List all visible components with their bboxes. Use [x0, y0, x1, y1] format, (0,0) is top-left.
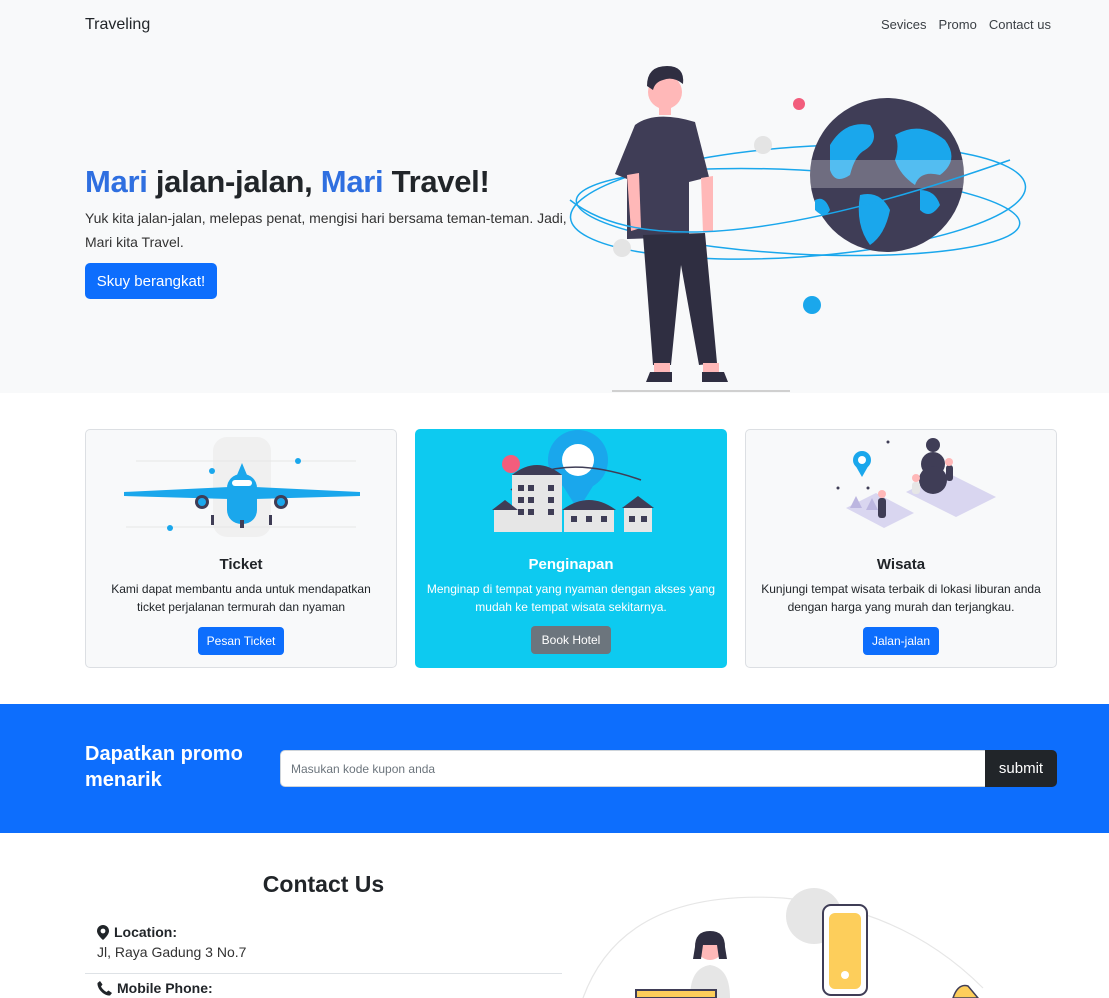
map-marker-icon: [97, 924, 109, 940]
contact-title: Contact Us: [262, 871, 385, 897]
card-tourism-text: Kunjungi tempat wisata terbaik di lokasi…: [761, 582, 1041, 614]
card-lodging-title: Penginapan: [528, 556, 614, 573]
hero-title-part-4: Travel!: [383, 164, 490, 199]
card-tourism: Wisata Kunjungi tempat wisata terbaik di…: [745, 429, 1057, 668]
book-ticket-button[interactable]: Pesan Ticket: [198, 627, 284, 655]
contact-location: Location: Jl, Raya Gadung 3 No.7: [85, 924, 562, 974]
nav-link-contact[interactable]: Contact us: [989, 17, 1051, 32]
location-label-row: Location:: [97, 924, 562, 940]
navbar: Traveling Sevices Promo Contact us: [0, 0, 1109, 50]
contact-illustration: [582, 888, 984, 998]
phone-label-row: Mobile Phone:: [97, 980, 562, 996]
hero-section: Mari jalan-jalan, Mari Travel! Yuk kita …: [0, 50, 1109, 393]
hero-title-part-2: jalan-jalan,: [147, 164, 321, 199]
hero-title-accent-2: Mari: [320, 164, 384, 199]
book-hotel-button[interactable]: Book Hotel: [531, 626, 611, 654]
submit-button[interactable]: submit: [985, 750, 1057, 787]
card-tourism-title: Wisata: [876, 556, 926, 573]
hero-title-accent-1: Mari: [85, 164, 148, 199]
card-ticket: Ticket Kami dapat membantu anda untuk me…: [85, 429, 397, 668]
airplane-illustration: [124, 437, 360, 537]
hero-illustration: [569, 66, 1027, 392]
card-lodging: Penginapan Menginap di tempat yang nyama…: [415, 429, 727, 668]
card-ticket-text: Kami dapat membantu anda untuk mendapatk…: [111, 582, 371, 614]
nav-link-services[interactable]: Sevices: [881, 17, 927, 32]
coupon-code-input[interactable]: Masukan kode kupon anda: [280, 750, 986, 787]
promo-title: Dapatkan promo menarik: [85, 743, 243, 791]
contact-phone: Mobile Phone:: [85, 980, 562, 996]
go-sightseeing-button[interactable]: Jalan-jalan: [863, 627, 939, 655]
hero-title: Mari jalan-jalan, Mari Travel!: [85, 164, 490, 200]
hero-description: Yuk kita jalan-jalan, melepas penat, men…: [85, 210, 567, 250]
location-value: Jl, Raya Gadung 3 No.7: [97, 944, 247, 960]
card-ticket-title: Ticket: [219, 556, 263, 573]
nav-link-promo[interactable]: Promo: [939, 17, 977, 32]
promo-section: Dapatkan promo menarik Masukan kode kupo…: [0, 704, 1109, 833]
card-lodging-text: Menginap di tempat yang nyaman dengan ak…: [426, 582, 716, 614]
tourism-illustration: [836, 438, 996, 528]
phone-icon: [97, 980, 112, 996]
brand-logo[interactable]: Traveling: [85, 16, 150, 34]
start-travel-button[interactable]: Skuy berangkat!: [85, 263, 217, 299]
hotel-illustration: [492, 430, 654, 532]
nav-links: Sevices Promo Contact us: [881, 17, 1051, 32]
location-label: Location:: [114, 924, 177, 940]
phone-label: Mobile Phone:: [117, 980, 213, 996]
